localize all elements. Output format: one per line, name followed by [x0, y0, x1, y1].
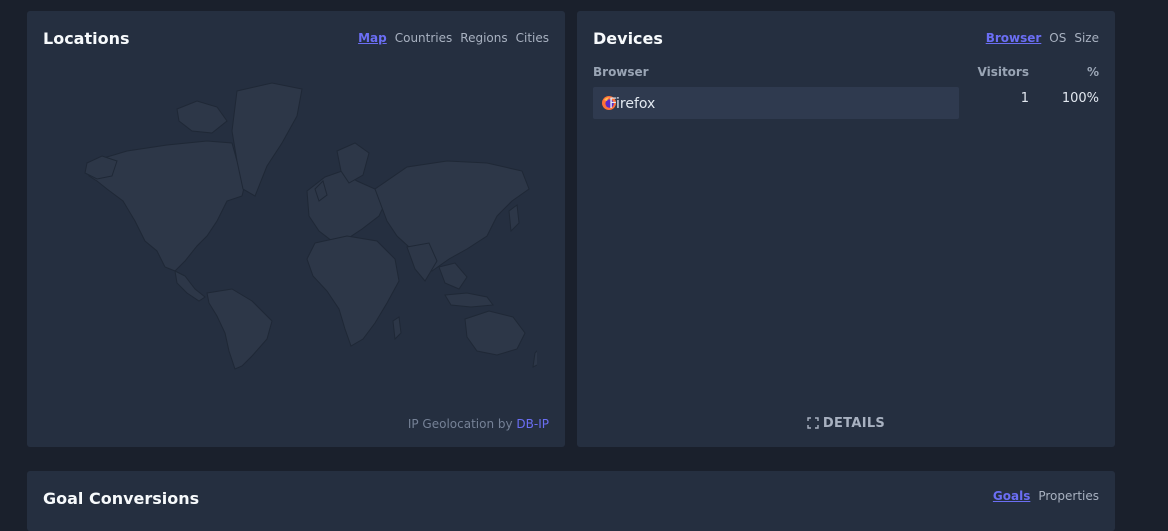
locations-title: Locations	[43, 29, 130, 48]
map-southeast-asia	[438, 262, 468, 290]
map-indonesia	[444, 292, 494, 308]
devices-tabs: Browser OS Size	[986, 31, 1099, 45]
devices-card: Devices Browser OS Size Browser Visitors…	[577, 11, 1115, 447]
db-ip-link[interactable]: DB-IP	[516, 417, 549, 431]
tab-size[interactable]: Size	[1074, 31, 1099, 45]
geolocation-credit-text: IP Geolocation by	[407, 417, 513, 431]
details-label: DETAILS	[822, 416, 886, 431]
map-south-america	[206, 288, 273, 370]
tab-countries[interactable]: Countries	[395, 31, 453, 45]
map-europe	[306, 170, 388, 242]
geolocation-credit: IP Geolocation by DB-IP	[408, 417, 549, 431]
details-button[interactable]: DETAILS	[577, 416, 1115, 431]
tab-goals[interactable]: Goals	[993, 489, 1030, 503]
map-africa	[306, 235, 400, 347]
tab-os[interactable]: OS	[1049, 31, 1066, 45]
map-australia	[464, 310, 526, 356]
map-asia	[374, 160, 530, 272]
map-japan	[508, 204, 520, 233]
browser-name[interactable]: Firefox	[609, 96, 655, 112]
locations-card: Locations Map Countries Regions Cities I…	[27, 11, 565, 447]
map-greenland	[231, 82, 303, 197]
tab-map[interactable]: Map	[358, 31, 387, 45]
devices-title: Devices	[593, 29, 663, 48]
column-header-percent[interactable]: %	[1039, 65, 1099, 79]
browser-visitors: 1	[1020, 91, 1029, 106]
map-arctic-islands	[176, 100, 228, 134]
goal-conversions-card: Goal Conversions Goals Properties	[27, 471, 1115, 531]
goal-tabs: Goals Properties	[993, 489, 1099, 503]
map-central-america	[174, 270, 206, 302]
locations-tabs: Map Countries Regions Cities	[358, 31, 549, 45]
map-alaska	[84, 155, 118, 180]
expand-icon	[807, 417, 819, 429]
goal-conversions-title: Goal Conversions	[43, 489, 200, 508]
tab-cities[interactable]: Cities	[516, 31, 549, 45]
tab-properties[interactable]: Properties	[1038, 489, 1099, 503]
world-map[interactable]	[57, 71, 537, 371]
column-header-visitors[interactable]: Visitors	[969, 65, 1030, 79]
column-header-browser: Browser	[593, 65, 649, 79]
map-madagascar	[392, 316, 402, 341]
tab-regions[interactable]: Regions	[460, 31, 507, 45]
map-new-zealand	[532, 350, 537, 368]
tab-browser[interactable]: Browser	[986, 31, 1042, 45]
browser-percent: 100%	[1061, 91, 1099, 106]
